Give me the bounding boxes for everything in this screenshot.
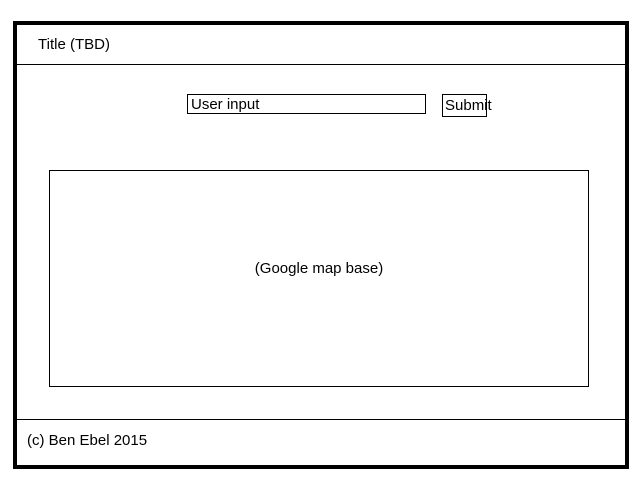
submit-button[interactable]: Submit: [442, 94, 492, 117]
user-input-field[interactable]: [187, 94, 426, 114]
page-frame: Title (TBD) Submit (Google map base) (c)…: [13, 21, 629, 469]
page-footer: (c) Ben Ebel 2015: [17, 419, 625, 466]
page-title: Title (TBD): [38, 36, 110, 53]
map-label: (Google map base): [254, 260, 384, 277]
page-header: Title (TBD): [17, 25, 625, 65]
map-area[interactable]: (Google map base): [49, 170, 589, 387]
copyright-text: (c) Ben Ebel 2015: [27, 432, 148, 449]
